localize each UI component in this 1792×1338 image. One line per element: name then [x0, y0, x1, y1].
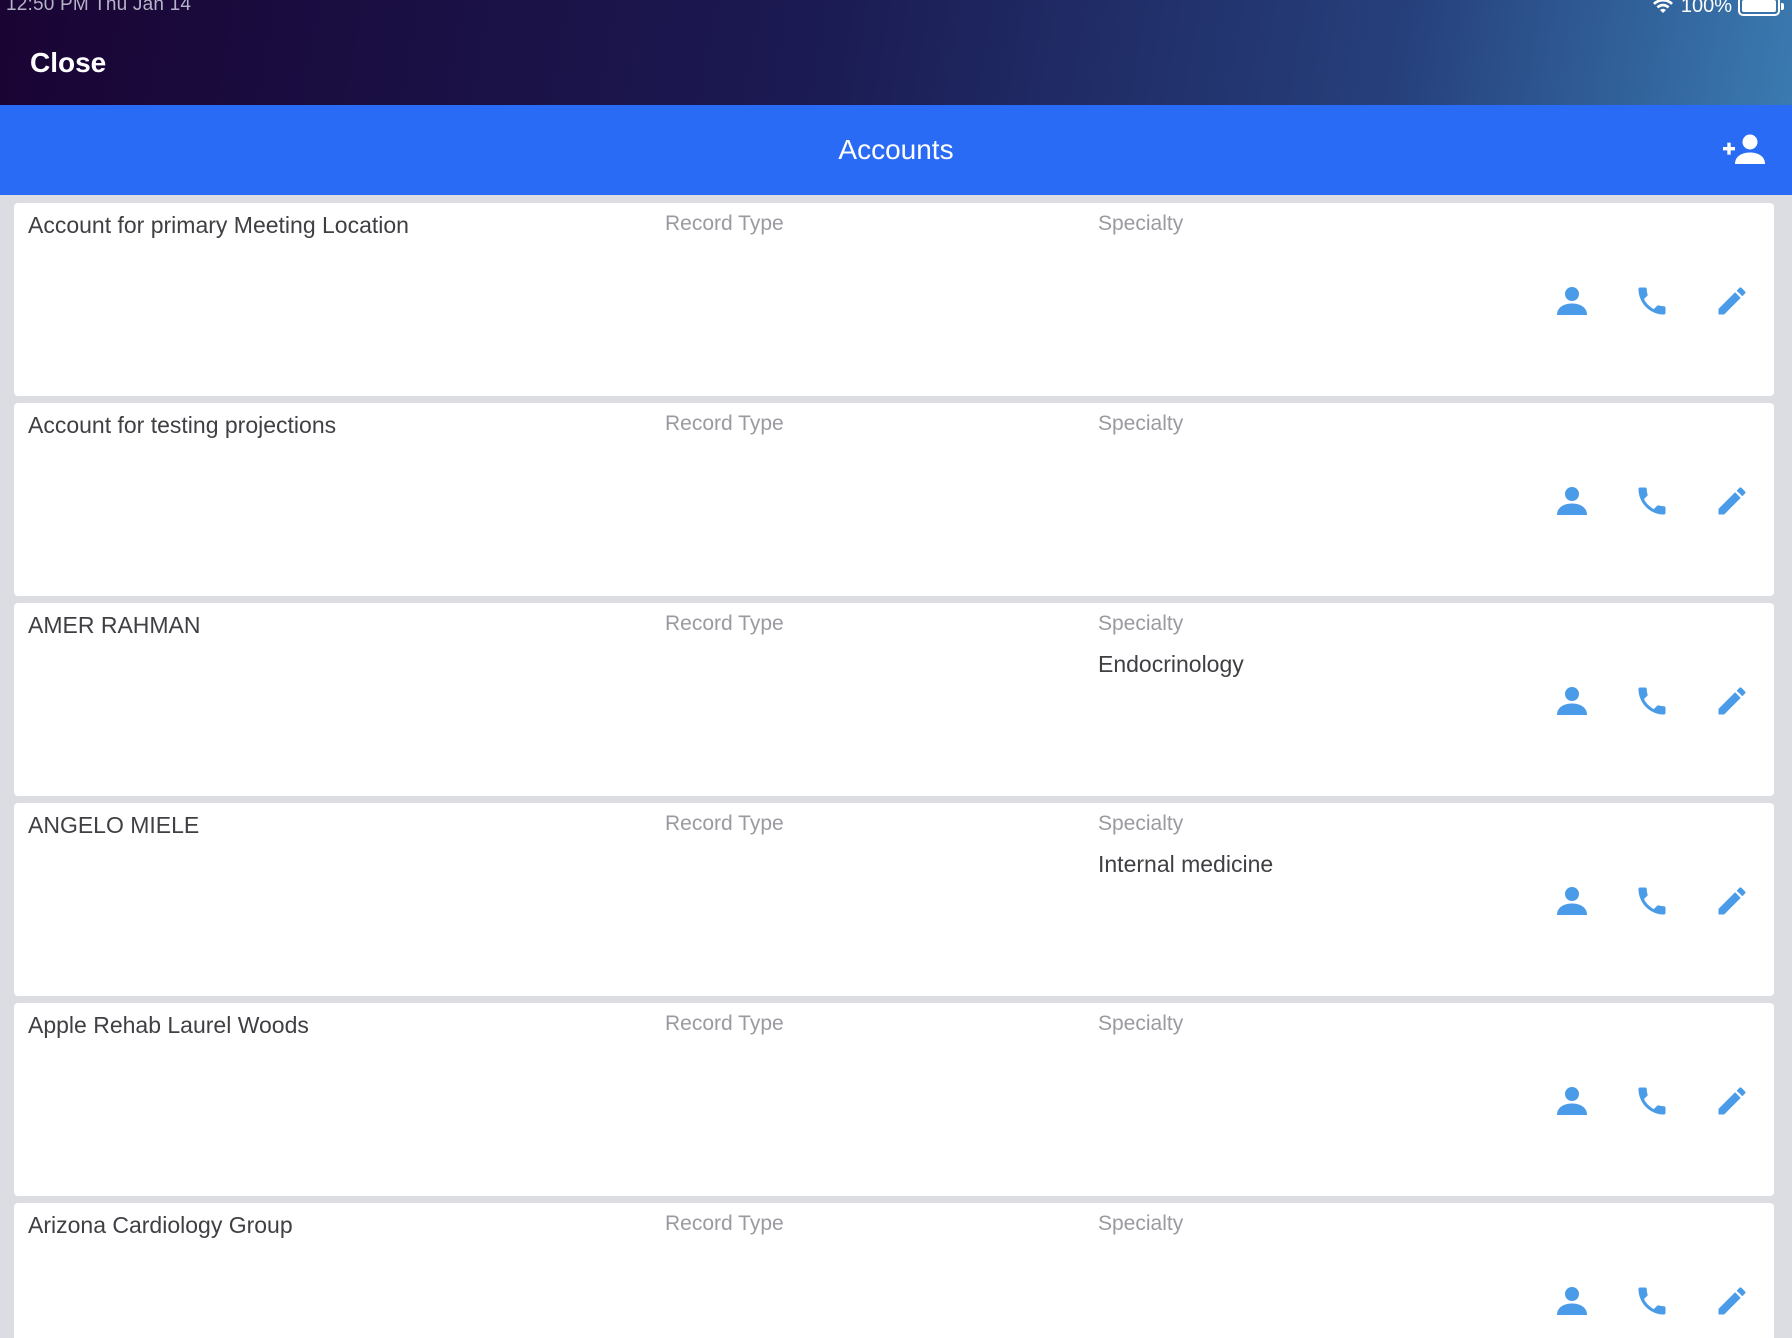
- record-type-label: Record Type: [665, 212, 784, 235]
- specialty-label: Specialty: [1098, 612, 1184, 635]
- account-card[interactable]: AMER RAHMAN Record Type Specialty Endocr…: [14, 603, 1774, 796]
- person-icon[interactable]: [1554, 883, 1590, 919]
- account-name: AMER RAHMAN: [28, 612, 201, 638]
- record-type-label: Record Type: [665, 412, 784, 435]
- specialty-label: Specialty: [1098, 1012, 1184, 1035]
- specialty-value: Endocrinology: [1098, 651, 1244, 677]
- edit-pencil-icon[interactable]: [1714, 883, 1750, 919]
- phone-icon[interactable]: [1634, 283, 1670, 319]
- battery-percent: 100%: [1680, 0, 1732, 17]
- row-actions: [1554, 1283, 1750, 1319]
- status-time: 12:50 PM Thu Jan 14: [6, 0, 192, 15]
- wifi-icon: [1652, 0, 1673, 13]
- specialty-label: Specialty: [1098, 212, 1184, 235]
- phone-icon[interactable]: [1634, 483, 1670, 519]
- row-actions: [1554, 1083, 1750, 1119]
- person-icon[interactable]: [1554, 1283, 1590, 1319]
- accounts-screen: 12:50 PM Thu Jan 14 100% Close Accounts …: [0, 0, 1792, 1338]
- phone-icon[interactable]: [1634, 1083, 1670, 1119]
- page-title: Accounts: [838, 134, 954, 165]
- account-name: Account for primary Meeting Location: [28, 212, 409, 238]
- edit-pencil-icon[interactable]: [1714, 283, 1750, 319]
- battery-icon: [1738, 0, 1784, 16]
- record-type-label: Record Type: [665, 812, 784, 835]
- phone-icon[interactable]: [1634, 1283, 1670, 1319]
- person-icon[interactable]: [1554, 483, 1590, 519]
- edit-pencil-icon[interactable]: [1714, 483, 1750, 519]
- specialty-label: Specialty: [1098, 812, 1184, 835]
- account-card[interactable]: Apple Rehab Laurel Woods Record Type Spe…: [14, 1003, 1774, 1196]
- close-button[interactable]: Close: [30, 47, 106, 79]
- record-type-label: Record Type: [665, 612, 784, 635]
- accounts-header: Accounts: [0, 105, 1792, 195]
- account-card[interactable]: Account for testing projections Record T…: [14, 403, 1774, 596]
- accounts-list: Account for primary Meeting Location Rec…: [14, 203, 1774, 1338]
- specialty-value: Internal medicine: [1098, 851, 1274, 877]
- row-actions: [1554, 283, 1750, 319]
- person-icon[interactable]: [1554, 283, 1590, 319]
- account-name: ANGELO MIELE: [28, 812, 200, 838]
- add-person-icon[interactable]: [1722, 130, 1766, 170]
- account-name: Arizona Cardiology Group: [28, 1212, 293, 1238]
- specialty-label: Specialty: [1098, 1212, 1184, 1235]
- person-icon[interactable]: [1554, 1083, 1590, 1119]
- row-actions: [1554, 683, 1750, 719]
- status-indicators: 100%: [1651, 0, 1784, 18]
- account-card[interactable]: Arizona Cardiology Group Record Type Spe…: [14, 1203, 1774, 1338]
- row-actions: [1554, 883, 1750, 919]
- specialty-label: Specialty: [1098, 412, 1184, 435]
- top-bar: 12:50 PM Thu Jan 14 100% Close: [0, 0, 1792, 105]
- person-icon[interactable]: [1554, 683, 1590, 719]
- account-card[interactable]: ANGELO MIELE Record Type Specialty Inter…: [14, 803, 1774, 996]
- account-name: Apple Rehab Laurel Woods: [28, 1012, 309, 1038]
- account-card[interactable]: Account for primary Meeting Location Rec…: [14, 203, 1774, 396]
- phone-icon[interactable]: [1634, 683, 1670, 719]
- edit-pencil-icon[interactable]: [1714, 1283, 1750, 1319]
- phone-icon[interactable]: [1634, 883, 1670, 919]
- row-actions: [1554, 483, 1750, 519]
- account-name: Account for testing projections: [28, 412, 337, 438]
- record-type-label: Record Type: [665, 1212, 784, 1235]
- record-type-label: Record Type: [665, 1012, 784, 1035]
- edit-pencil-icon[interactable]: [1714, 683, 1750, 719]
- edit-pencil-icon[interactable]: [1714, 1083, 1750, 1119]
